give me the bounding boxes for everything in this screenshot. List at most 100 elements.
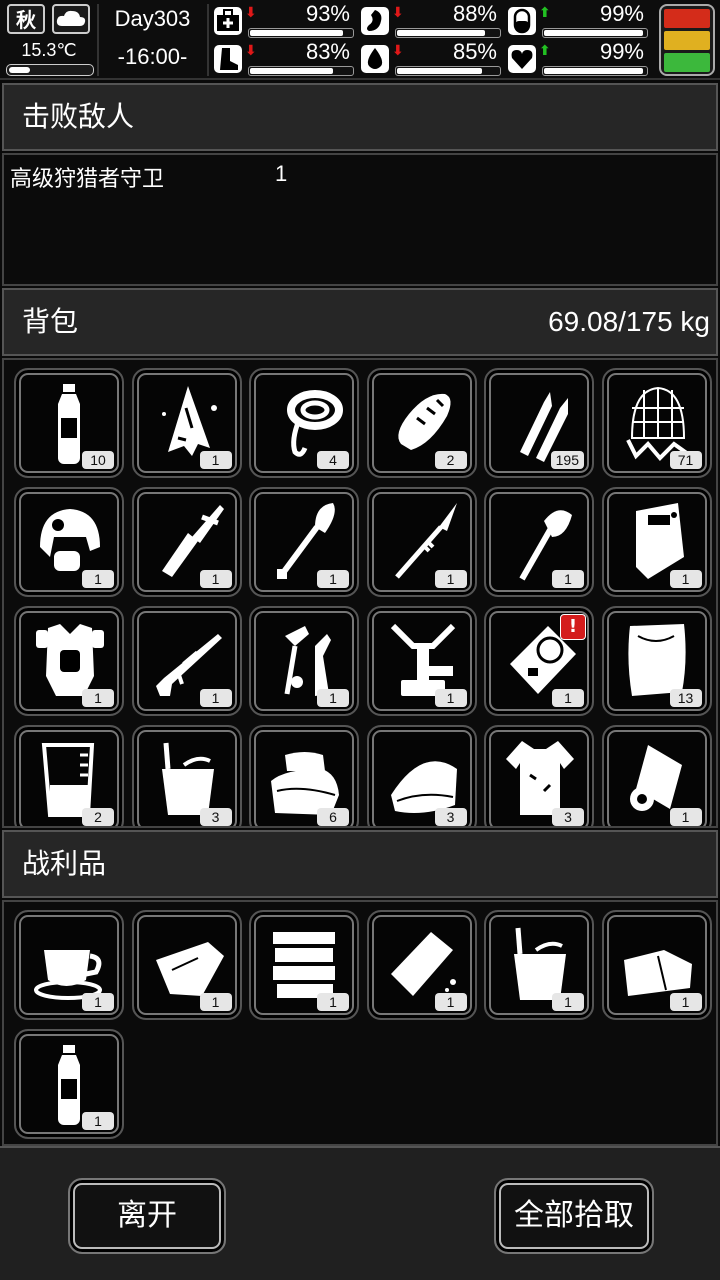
enemy-count: 1 <box>275 161 288 186</box>
item-count: 195 <box>550 451 584 469</box>
backpack-item-slot[interactable]: 195 <box>484 368 594 478</box>
item-count: 1 <box>317 993 349 1011</box>
loot-item-slot[interactable]: 1 <box>484 910 594 1020</box>
backpack-header: 背包 69.08/175 kg <box>2 288 718 356</box>
loot-item-slot[interactable]: 1 <box>131 910 242 1020</box>
temperature-text: 15.3℃ <box>21 40 77 60</box>
stat-value: 99% <box>599 39 644 64</box>
item-count: 10 <box>82 451 114 469</box>
stat-bar <box>395 66 501 76</box>
item-count: 1 <box>199 570 232 588</box>
first-aid-icon <box>214 7 242 35</box>
boot-icon <box>214 45 242 73</box>
loot-grid[interactable]: 1 1 1 1 1 1 1 <box>2 900 718 1146</box>
backpack-grid[interactable]: 10 1 4 2 195 71 1 1 1 1 1 1 1 1 1 1 1! 13 2 3 6 3 3 1 <box>2 358 718 828</box>
item-count: 1 <box>82 570 114 588</box>
backpack-item-slot[interactable]: 3 <box>366 725 477 826</box>
item-count: 1 <box>669 808 702 826</box>
stat-value: 85% <box>452 39 497 64</box>
backpack-item-slot[interactable]: 6 <box>249 725 359 826</box>
time-of-day: -16:00- <box>117 44 188 69</box>
stat-thirst: ⬇ 85% <box>361 39 501 76</box>
backpack-item-slot[interactable]: 71 <box>601 368 712 478</box>
leave-button[interactable]: 离开 <box>68 1178 226 1254</box>
water-drop-icon <box>361 45 389 73</box>
take-all-button[interactable]: 全部拾取 <box>494 1178 654 1254</box>
backpack-item-slot[interactable]: 1! <box>484 606 594 716</box>
backpack-item-slot[interactable]: 1 <box>484 487 594 597</box>
item-count: 1 <box>82 993 114 1011</box>
item-count: 1 <box>669 570 702 588</box>
status-bar: 秋 15.3℃ Day303 -16:00- ⬇ 93% ⬇ 88% ⬆ 99% ⬇ 83% ⬇… <box>0 0 720 80</box>
stat-value: 83% <box>305 39 350 64</box>
backpack-item-slot[interactable]: 1 <box>601 725 712 826</box>
backpack-item-slot[interactable]: 3 <box>131 725 242 826</box>
stomach-icon <box>361 7 389 35</box>
backpack-item-slot[interactable]: 2 <box>14 725 124 826</box>
item-count: 1 <box>434 570 467 588</box>
loot-item-slot[interactable]: 1 <box>601 910 712 1020</box>
enemy-list: 高级狩猎者守卫 1 <box>2 153 718 286</box>
backpack-item-slot[interactable]: 1 <box>249 487 359 597</box>
stat-bar <box>542 66 648 76</box>
stat-bar <box>542 28 648 38</box>
item-count: 1 <box>82 689 114 707</box>
backpack-item-slot[interactable]: 1 <box>131 487 242 597</box>
item-count: 1 <box>552 689 584 707</box>
item-count: 4 <box>317 451 349 469</box>
item-count: 3 <box>552 808 584 826</box>
item-count: 1 <box>199 451 232 469</box>
trend-down-icon: ⬇ <box>392 5 404 21</box>
backpack-item-slot[interactable]: 1 <box>14 487 124 597</box>
backpack-item-slot[interactable]: 3 <box>484 725 594 826</box>
backpack-item-slot[interactable]: 1 <box>14 606 124 716</box>
loot-header: 战利品 <box>2 830 718 898</box>
danger-indicator <box>659 4 715 76</box>
item-count: 2 <box>434 451 467 469</box>
stat-mood: ⬆ 99% <box>508 39 648 76</box>
stat-stamina: ⬇ 83% <box>214 39 354 76</box>
stat-bar <box>248 28 354 38</box>
stat-value: 93% <box>305 1 350 26</box>
loot-item-slot[interactable]: 1 <box>14 1029 124 1139</box>
backpack-item-slot[interactable]: 1 <box>131 368 242 478</box>
backpack-weight: 69.08/175 kg <box>548 306 710 337</box>
backpack-item-slot[interactable]: 13 <box>601 606 712 716</box>
heart-icon <box>508 45 536 73</box>
trend-up-icon: ⬆ <box>539 43 551 59</box>
backpack-item-slot[interactable]: 4 <box>249 368 359 478</box>
backpack-item-slot[interactable]: 2 <box>366 368 477 478</box>
cloud-icon <box>52 4 90 34</box>
trend-down-icon: ⬇ <box>245 5 257 21</box>
item-count: 3 <box>434 808 467 826</box>
item-count: 1 <box>552 993 584 1011</box>
loot-item-slot[interactable]: 1 <box>366 910 477 1020</box>
item-count: 13 <box>669 689 702 707</box>
item-count: 1 <box>552 570 584 588</box>
backpack-item-slot[interactable]: 1 <box>366 606 477 716</box>
item-count: 1 <box>669 993 702 1011</box>
defeated-header: 击败敌人 <box>2 83 718 151</box>
stat-value: 88% <box>452 1 497 26</box>
item-count: 1 <box>199 689 232 707</box>
backpack-item-slot[interactable]: 10 <box>14 368 124 478</box>
item-count: 1 <box>317 689 349 707</box>
item-count: 1 <box>434 993 467 1011</box>
temperature-bar <box>6 64 94 76</box>
trend-down-icon: ⬇ <box>392 43 404 59</box>
backpack-item-slot[interactable]: 1 <box>249 606 359 716</box>
loot-item-slot[interactable]: 1 <box>249 910 359 1020</box>
backpack-item-slot[interactable]: 1 <box>601 487 712 597</box>
backpack-item-slot[interactable]: 1 <box>131 606 242 716</box>
bottom-bar: 离开 全部拾取 <box>0 1146 720 1280</box>
stat-medicine: ⬆ 99% <box>508 1 648 38</box>
loot-item-slot[interactable]: 1 <box>14 910 124 1020</box>
item-count: 1 <box>434 689 467 707</box>
stat-value: 99% <box>599 1 644 26</box>
backpack-item-slot[interactable]: 1 <box>366 487 477 597</box>
defeated-title: 击败敌人 <box>22 100 135 133</box>
item-count: 1 <box>317 570 349 588</box>
enemy-name: 高级狩猎者守卫 <box>10 167 165 192</box>
trend-down-icon: ⬇ <box>245 43 257 59</box>
loot-title: 战利品 <box>22 847 107 880</box>
